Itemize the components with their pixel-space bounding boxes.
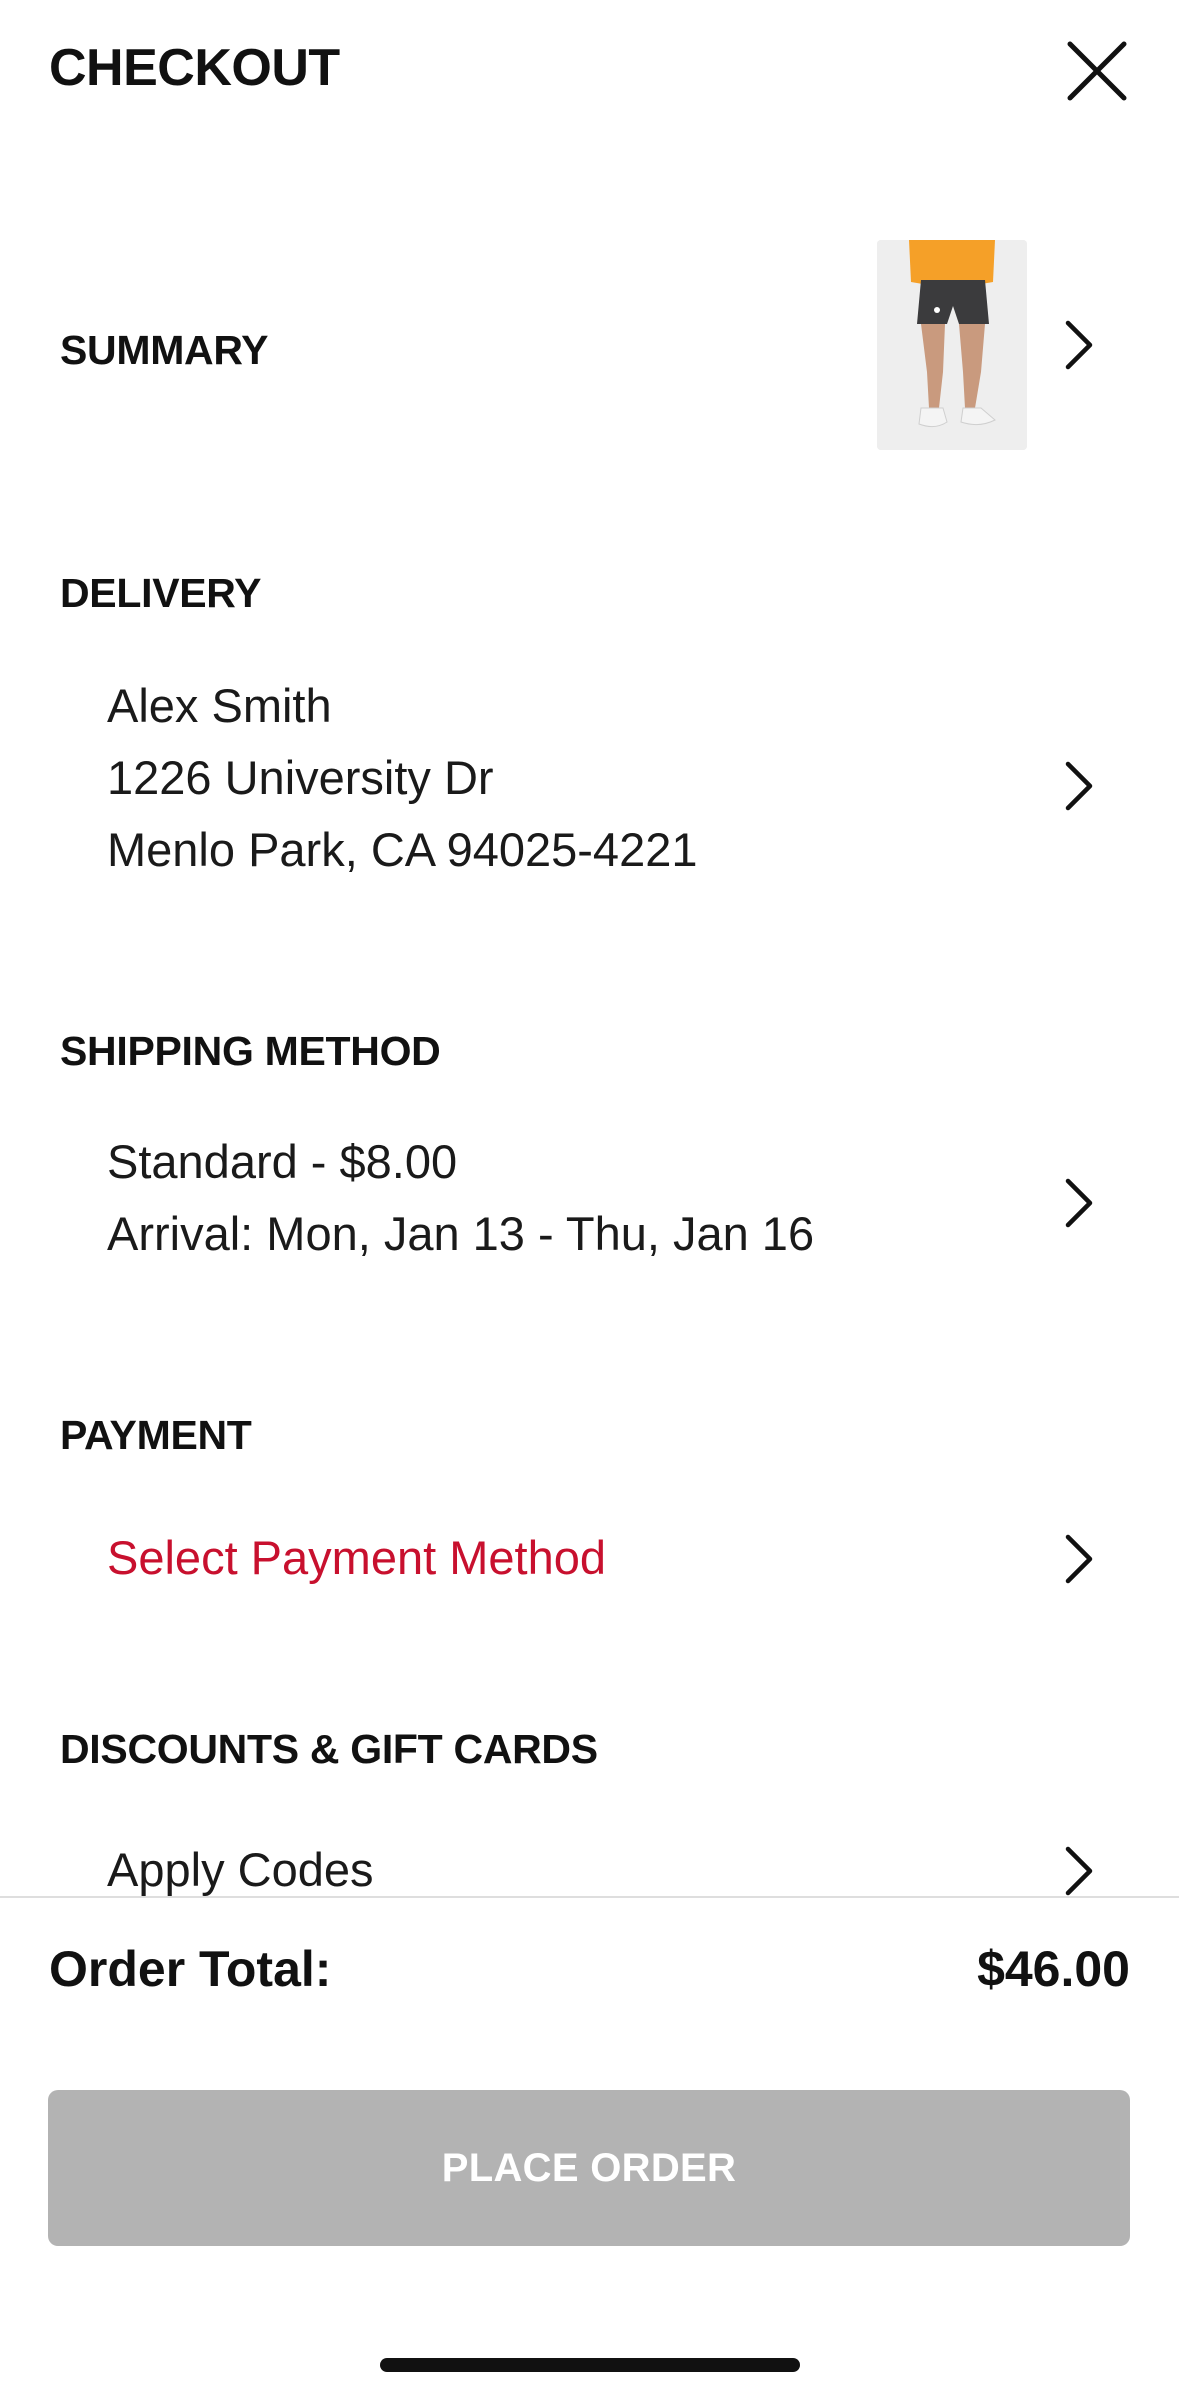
shipping-title: SHIPPING METHOD <box>60 1028 441 1074</box>
delivery-title: DELIVERY <box>60 570 262 616</box>
close-button[interactable] <box>1062 36 1132 106</box>
delivery-name: Alex Smith <box>107 679 332 732</box>
shipping-method-value: Standard - $8.00 <box>107 1135 458 1188</box>
page-title: CHECKOUT <box>49 39 340 97</box>
delivery-city-line: Menlo Park, CA 94025-4221 <box>107 823 698 876</box>
order-total-label: Order Total: <box>49 1941 332 1997</box>
summary-row[interactable]: SUMMARY <box>0 230 1179 460</box>
apply-codes-label: Apply Codes <box>107 1843 374 1896</box>
shipping-method-row[interactable]: Standard - $8.00 Arrival: Mon, Jan 13 - … <box>0 1126 1179 1276</box>
select-payment-method-link[interactable]: Select Payment Method <box>107 1522 606 1594</box>
close-icon <box>1067 41 1127 101</box>
checkout-content[interactable]: SUMMARY DELIVERY Alex Smith 1226 Univers… <box>0 140 1179 1896</box>
apply-codes-row[interactable]: Apply Codes <box>0 1834 1179 1896</box>
payment-method-row[interactable]: Select Payment Method <box>0 1522 1179 1602</box>
discounts-title: DISCOUNTS & GIFT CARDS <box>60 1726 598 1772</box>
order-footer: Order Total: $46.00 PLACE ORDER <box>0 1896 1179 2398</box>
delivery-address-row[interactable]: Alex Smith 1226 University Dr Menlo Park… <box>0 670 1179 900</box>
payment-chevron-icon <box>1058 1532 1098 1586</box>
place-order-button[interactable]: PLACE ORDER <box>48 2090 1130 2246</box>
home-indicator[interactable] <box>380 2358 800 2372</box>
summary-title: SUMMARY <box>60 327 269 373</box>
product-image-shorts <box>877 240 1027 450</box>
order-total-value: $46.00 <box>977 1941 1130 1997</box>
product-thumbnail <box>877 240 1027 450</box>
payment-title: PAYMENT <box>60 1412 252 1458</box>
checkout-header: CHECKOUT <box>0 0 1179 140</box>
shipping-arrival: Arrival: Mon, Jan 13 - Thu, Jan 16 <box>107 1207 815 1260</box>
summary-chevron-icon <box>1058 318 1098 372</box>
discounts-chevron-icon <box>1058 1844 1098 1896</box>
shipping-chevron-icon <box>1058 1176 1098 1230</box>
delivery-chevron-icon <box>1058 759 1098 813</box>
delivery-address-line: 1226 University Dr <box>107 751 494 804</box>
